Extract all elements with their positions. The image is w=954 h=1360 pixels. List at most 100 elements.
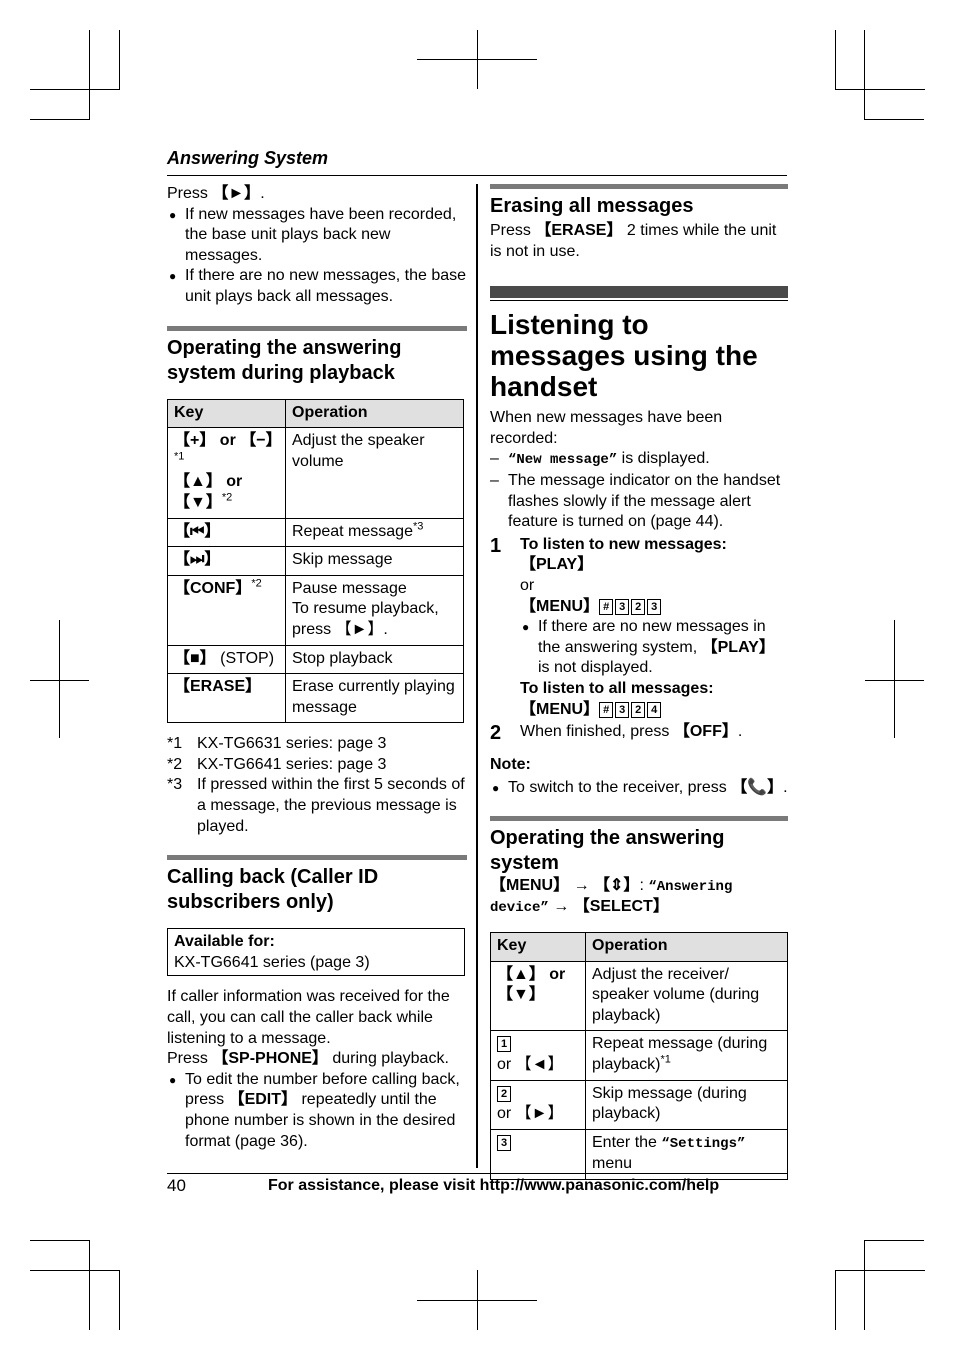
page-number: 40 — [167, 1176, 186, 1195]
step-number: 1 — [490, 534, 502, 557]
key-4: 4 — [647, 701, 662, 718]
skip-key: 【⏭】 — [167, 546, 286, 576]
table-row: 【+】 or 【−】*1 【▲】 or 【▼】*2 Adjust the spe… — [167, 427, 464, 519]
display-text: “New message” — [508, 452, 618, 469]
key-3: 3 — [497, 1134, 511, 1151]
footnote: *2 KX-TG6641 series: page 3 — [167, 755, 387, 773]
erase-key: 【ERASE】 — [167, 673, 286, 724]
select-key: 【SELECT】 — [573, 898, 669, 916]
callback-section-title: Calling back (Caller ID subscribers only… — [167, 866, 379, 914]
table-row: 【⏮】 Repeat message*3 — [167, 517, 464, 548]
note-label: Note: — [490, 755, 531, 773]
arrow-right-icon: → — [548, 898, 574, 916]
off-key: 【OFF】 — [673, 723, 738, 741]
menu-navigation: 【MENU】 → 【⇕】: “Answering device” → 【SELE… — [490, 876, 733, 917]
col-header-operation: Operation — [285, 398, 464, 429]
answering-section-title: Operating the answering system — [490, 826, 725, 874]
intro-press: Press 【►】. — [167, 185, 265, 202]
footnote: *1 KX-TG6631 series: page 3 — [167, 735, 387, 753]
table-row: 1 or 【◄】 Repeat message (during playback… — [490, 1030, 788, 1081]
right-column: Erasing all messages Press 【ERASE】 2 tim… — [490, 184, 788, 1181]
operation-cell: Stop playback — [285, 644, 464, 675]
key-3: 3 — [615, 701, 630, 718]
available-label: Available for: — [174, 933, 275, 951]
table-row: 【⏭】 Skip message — [167, 546, 464, 576]
table-row: 3 Enter the “Settings” menu — [490, 1128, 788, 1181]
erase-section-title: Erasing all messages — [490, 195, 694, 217]
step-1: 1 To listen to new messages: 【PLAY】 or 【… — [490, 535, 788, 720]
up-down-icon: 【⇕】 — [594, 876, 640, 894]
sp-phone-key: 【SP-PHONE】 — [212, 1050, 328, 1068]
play-key: 【►】 — [212, 185, 261, 202]
header-rule — [167, 175, 787, 176]
repeat-key: 【⏮】 — [167, 517, 286, 548]
section-bar — [490, 815, 788, 821]
operation-cell: Adjust the receiver/ speaker volume (dur… — [585, 960, 788, 1032]
available-value: KX-TG6641 series (page 3) — [174, 953, 370, 971]
col-header-operation: Operation — [585, 932, 788, 962]
footer-rule — [167, 1173, 787, 1174]
conf-key: 【CONF】 — [174, 579, 252, 597]
step-title: To listen to new messages: — [520, 535, 727, 553]
key-2: 2 — [631, 598, 646, 615]
menu-sequence: 【MENU】 #3 2 3 — [520, 597, 788, 618]
playback-key-table: Key Operation 【+】 or 【−】*1 【▲】 or 【▼】*2 … — [167, 398, 464, 724]
table-header-row: Key Operation — [167, 398, 464, 429]
operation-cell: Erase currently playing message — [285, 673, 464, 724]
receiver-icon: 【📞】 — [731, 779, 784, 797]
intro-bullet: If there are no new messages, the base u… — [167, 266, 467, 307]
footnotes: *1 KX-TG6631 series: page 3 *2 KX-TG6641 s… — [167, 734, 467, 837]
section-bar — [490, 184, 788, 189]
handset-intro: When new messages have been recorded: — [490, 409, 723, 447]
stop-key: 【■】 — [174, 649, 216, 667]
section-bar — [167, 325, 467, 331]
operation-cell: Adjust the speaker volume — [285, 427, 464, 519]
key-2: 2 — [631, 701, 646, 718]
operation-cell: Skip message — [285, 546, 464, 576]
key-hash: # — [599, 701, 614, 718]
answering-key-table: Key Operation 【▲】 or 【▼】 Adjust the rece… — [490, 932, 788, 1181]
callback-bullet: To edit the number before calling back, … — [167, 1070, 467, 1152]
column-divider — [476, 184, 478, 1168]
edit-key: 【EDIT】 — [228, 1091, 298, 1109]
handset-section-title: Listening to messages using the handset — [490, 309, 758, 403]
table-row: 2 or 【►】 Skip message (during playback) — [490, 1079, 788, 1130]
dash-item: “New message” is displayed. — [490, 449, 788, 471]
chapter-bar — [490, 286, 788, 299]
table-row: 【■】 (STOP) Stop playback — [167, 644, 464, 675]
table-row: 【ERASE】 Erase currently playing message — [167, 673, 464, 724]
intro-bullet: If new messages have been recorded, the … — [167, 205, 467, 267]
step-bullet: If there are no new messages in the answ… — [520, 617, 788, 679]
col-header-key: Key — [167, 398, 286, 429]
menu-sequence: 【MENU】 #3 2 4 — [520, 700, 788, 721]
erase-key: 【ERASE】 — [535, 222, 623, 239]
key-3: 3 — [647, 598, 662, 615]
volume-keys: 【+】 or 【−】 — [174, 432, 282, 450]
callback-press: Press 【SP-PHONE】 during playback. — [167, 1050, 449, 1068]
key-hash: # — [599, 598, 614, 615]
table-row: 【CONF】*2 Pause message To resume playback… — [167, 574, 464, 646]
col-header-key: Key — [490, 932, 586, 962]
section-header-title: Answering System — [167, 148, 329, 168]
section-bar — [167, 855, 467, 861]
step-number: 2 — [490, 722, 502, 745]
table-row: 【▲】 or 【▼】 Adjust the receiver/ speaker … — [490, 960, 788, 1032]
available-for-box: Available for: KX-TG6641 series (page 3) — [167, 928, 465, 977]
dash-item: The message indicator on the handset fla… — [490, 471, 788, 533]
operation-cell: Skip message (during playback) — [585, 1079, 788, 1130]
arrow-right-icon: → — [569, 876, 595, 894]
table-header-row: Key Operation — [490, 932, 788, 962]
play-key: 【PLAY】 — [520, 556, 594, 574]
playback-section-title: Operating the answering system during pl… — [167, 336, 402, 384]
note-bullet: To switch to the receiver, press 【📞】. — [490, 778, 788, 799]
key-3: 3 — [615, 598, 630, 615]
callback-paragraph: If caller information was received for t… — [167, 988, 450, 1047]
key-2: 2 — [497, 1085, 511, 1102]
footnote: *3 If pressed within the first 5 seconds … — [167, 776, 465, 835]
chapter-rule — [490, 300, 788, 302]
key-1: 1 — [497, 1036, 511, 1053]
left-column: Press 【►】. If new messages have been rec… — [167, 184, 467, 1152]
assistance-link[interactable]: For assistance, please visit http://www.… — [268, 1177, 719, 1195]
erase-instruction: Press 【ERASE】 2 times while the unit is … — [490, 222, 777, 260]
arrow-keys: 【▲】 or 【▼】 — [490, 960, 586, 1032]
